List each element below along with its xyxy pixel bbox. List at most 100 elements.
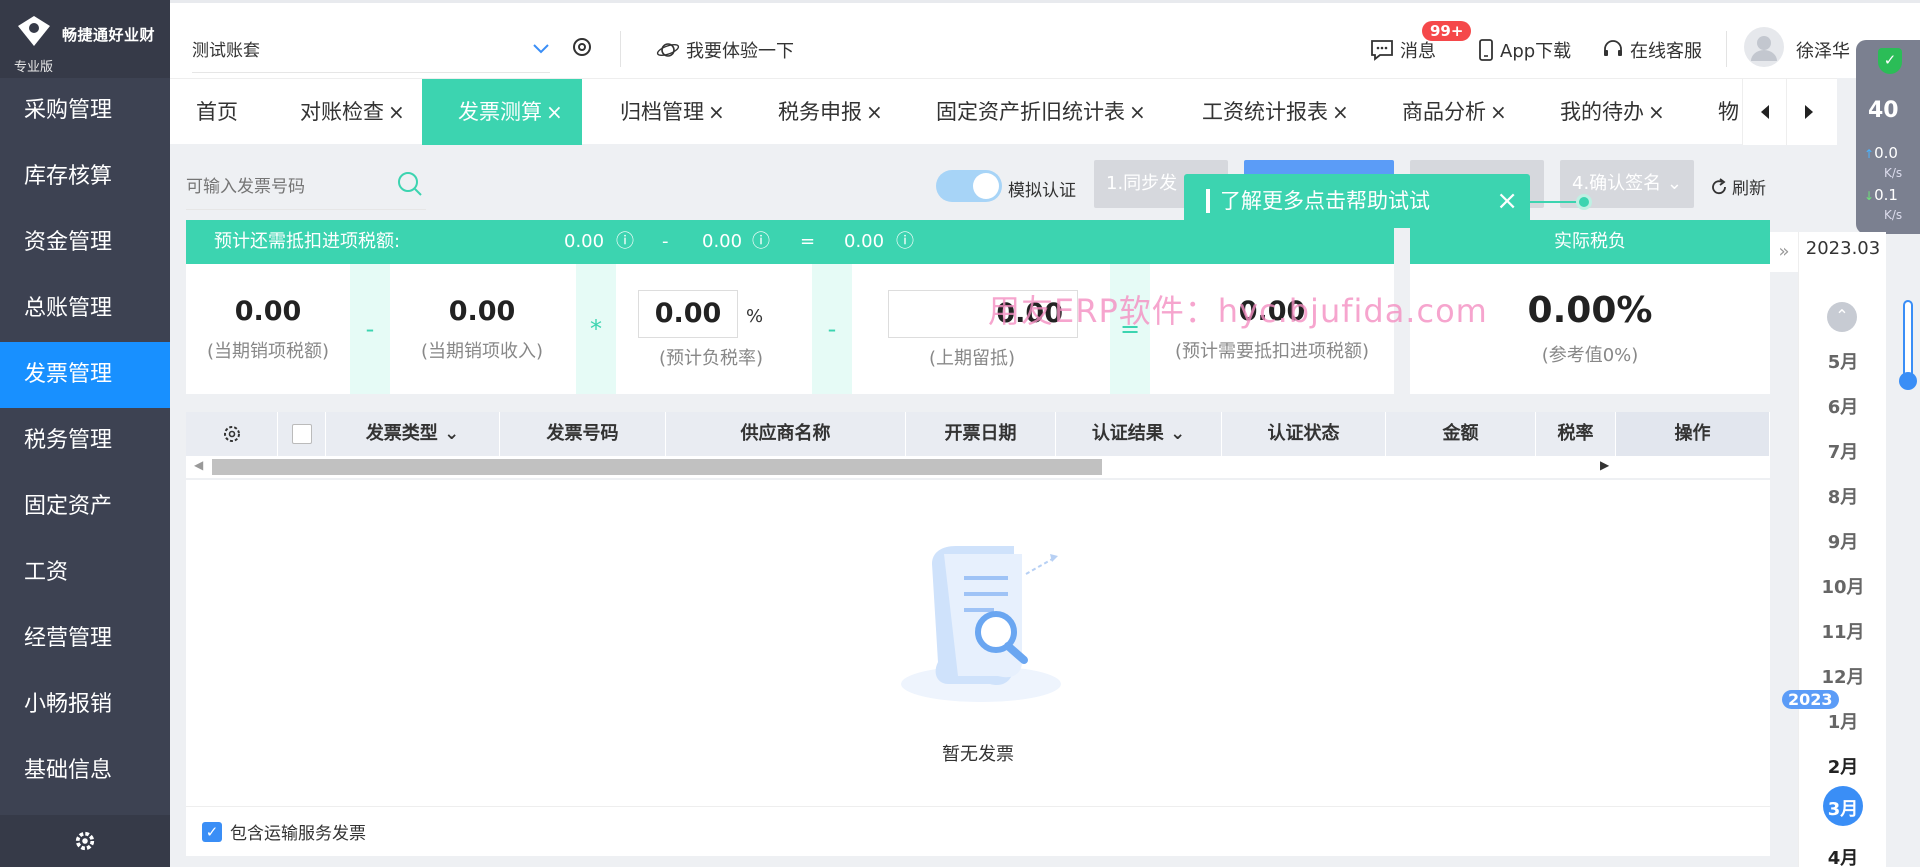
- month-item[interactable]: 11月: [1799, 618, 1887, 644]
- scroll-up-icon[interactable]: ⌃: [1827, 302, 1857, 332]
- close-icon[interactable]: ×: [1648, 100, 1665, 124]
- close-icon[interactable]: ×: [866, 100, 883, 124]
- sidebar-item-purchase[interactable]: 采购管理: [0, 78, 170, 144]
- sidebar-item-funds[interactable]: 资金管理: [0, 210, 170, 276]
- tab-my-todo[interactable]: 我的待办 ×: [1560, 79, 1665, 145]
- sidebar-settings[interactable]: [0, 815, 170, 867]
- settings-gear-icon[interactable]: [570, 35, 594, 59]
- col-supplier-name[interactable]: 供应商名称: [666, 412, 906, 456]
- close-icon[interactable]: ×: [388, 100, 405, 124]
- close-icon[interactable]: ×: [1129, 100, 1146, 124]
- network-speed-widget[interactable]: ✓ 40 ↑0.0 K/s ↓0.1 K/s: [1856, 40, 1920, 234]
- tab-product-analysis[interactable]: 商品分析 ×: [1402, 79, 1507, 145]
- col-amount[interactable]: 金额: [1386, 412, 1536, 456]
- calc-head-label: 预计还需抵扣进项税额:: [214, 231, 401, 252]
- invoice-search[interactable]: [186, 164, 426, 210]
- month-item[interactable]: 9月: [1799, 528, 1887, 554]
- month-item[interactable]: 12月: [1799, 663, 1887, 689]
- tab-scroll-right-button[interactable]: [1786, 79, 1830, 145]
- user-name[interactable]: 徐泽华: [1796, 37, 1850, 63]
- help-icon[interactable]: ⓘ: [616, 220, 634, 264]
- col-invoice-date[interactable]: 开票日期: [906, 412, 1056, 456]
- header: 测试账套 我要体验一下 消息 99+ App下载 在线客服 徐泽华: [170, 0, 1920, 78]
- scroll-right-icon[interactable]: ▶: [1600, 458, 1609, 472]
- invoice-search-input[interactable]: [186, 177, 386, 197]
- tab-close-all-button[interactable]: [1830, 79, 1837, 145]
- tab-invoice-calc[interactable]: 发票测算 ×: [422, 79, 582, 145]
- horizontal-scrollbar[interactable]: ◀ ▶: [186, 456, 1770, 478]
- month-item[interactable]: 8月: [1799, 483, 1887, 509]
- divider: [620, 31, 621, 67]
- close-icon[interactable]: ×: [1332, 100, 1349, 124]
- month-item[interactable]: 7月: [1799, 438, 1887, 464]
- logo[interactable]: 畅捷通好业财 专业版: [0, 0, 170, 78]
- sidebar-menu: 采购管理 库存核算 资金管理 总账管理 发票管理 税务管理 固定资产 工资 经营…: [0, 78, 170, 804]
- tab-bar: 首页 对账检查 × 发票测算 × 归档管理 × 税务申报 × 固定资产折旧统计表 × 工资…: [170, 78, 1837, 145]
- tab-tax-filing[interactable]: 税务申报 ×: [778, 79, 883, 145]
- scrollbar-thumb[interactable]: [212, 459, 1102, 475]
- tab-home[interactable]: 首页: [196, 79, 238, 145]
- output-tax-value: 0.00: [234, 296, 302, 327]
- output-income-value: 0.00: [448, 296, 516, 327]
- help-tip[interactable]: 了解更多点击帮助试试 ×: [1184, 174, 1530, 228]
- tax-rate-input[interactable]: 0.00: [638, 290, 738, 338]
- select-all-checkbox[interactable]: [291, 424, 312, 444]
- close-icon[interactable]: ×: [1496, 174, 1518, 228]
- tab-archive[interactable]: 归档管理 ×: [620, 79, 725, 145]
- help-icon[interactable]: ⓘ: [896, 220, 914, 264]
- account-select[interactable]: 测试账套: [192, 25, 550, 73]
- month-item[interactable]: 2月: [1799, 753, 1887, 779]
- month-item[interactable]: 1月: [1799, 708, 1887, 734]
- sidebar-item-operations[interactable]: 经营管理: [0, 606, 170, 672]
- try-experience-link[interactable]: 我要体验一下: [656, 37, 794, 63]
- close-icon[interactable]: ×: [708, 100, 725, 124]
- thermometer-indicator: [1899, 300, 1917, 390]
- refresh-button[interactable]: 刷新: [1710, 174, 1766, 199]
- avatar[interactable]: [1744, 27, 1784, 67]
- month-item[interactable]: 4月: [1799, 844, 1887, 867]
- tab-depreciation-report[interactable]: 固定资产折旧统计表 ×: [936, 79, 1146, 145]
- collapse-panel-button[interactable]: »: [1770, 232, 1798, 272]
- online-support-button[interactable]: 在线客服: [1602, 37, 1702, 63]
- sidebar-item-expense[interactable]: 小畅报销: [0, 672, 170, 738]
- tab-partial[interactable]: 物: [1718, 79, 1739, 145]
- col-auth-status[interactable]: 认证状态: [1222, 412, 1386, 456]
- planet-icon: [656, 43, 680, 57]
- sidebar-item-tax[interactable]: 税务管理: [0, 408, 170, 474]
- sidebar-item-basic-info[interactable]: 基础信息: [0, 738, 170, 804]
- month-item[interactable]: 10月: [1799, 573, 1887, 599]
- sidebar-item-salary[interactable]: 工资: [0, 540, 170, 606]
- sidebar-item-inventory[interactable]: 库存核算: [0, 144, 170, 210]
- last-retained-label: (上期留抵): [928, 348, 1016, 369]
- col-tax-rate[interactable]: 税率: [1536, 412, 1616, 456]
- simulate-auth-toggle[interactable]: [936, 170, 1002, 202]
- search-icon[interactable]: [396, 170, 424, 198]
- table-header: 发票类型 ⌄ 发票号码 供应商名称 开票日期 认证结果 ⌄ 认证状态 金额 税率…: [186, 412, 1770, 456]
- month-item[interactable]: 6月: [1799, 393, 1887, 419]
- help-icon[interactable]: ⓘ: [752, 220, 770, 264]
- online-support-label: 在线客服: [1630, 41, 1702, 62]
- col-invoice-number[interactable]: 发票号码: [500, 412, 666, 456]
- col-auth-result[interactable]: 认证结果 ⌄: [1056, 412, 1222, 456]
- close-icon[interactable]: ×: [1490, 100, 1507, 124]
- tab-scroll-left-button[interactable]: [1742, 79, 1786, 145]
- sidebar-item-invoice[interactable]: 发票管理: [0, 342, 170, 408]
- close-icon[interactable]: ×: [546, 100, 563, 124]
- gear-icon: [75, 831, 95, 851]
- tab-salary-report[interactable]: 工资统计报表 ×: [1202, 79, 1349, 145]
- thermometer-bulb: [1899, 372, 1917, 390]
- month-item-selected[interactable]: 3月: [1799, 795, 1887, 821]
- select-all[interactable]: [278, 412, 326, 456]
- column-settings[interactable]: [186, 412, 278, 456]
- messages-button[interactable]: 消息: [1370, 37, 1436, 63]
- scroll-left-icon[interactable]: ◀: [194, 458, 203, 472]
- sidebar-item-ledger[interactable]: 总账管理: [0, 276, 170, 342]
- include-transport-checkbox[interactable]: ✓: [202, 821, 222, 842]
- tab-reconcile[interactable]: 对账检查 ×: [300, 79, 405, 145]
- app-download-button[interactable]: App下载: [1478, 37, 1571, 63]
- col-actions: 操作: [1616, 412, 1770, 456]
- sidebar-item-fixed-assets[interactable]: 固定资产: [0, 474, 170, 540]
- table-body: 暂无发票: [186, 480, 1770, 806]
- col-invoice-type[interactable]: 发票类型 ⌄: [326, 412, 500, 456]
- month-item[interactable]: 5月: [1799, 348, 1887, 374]
